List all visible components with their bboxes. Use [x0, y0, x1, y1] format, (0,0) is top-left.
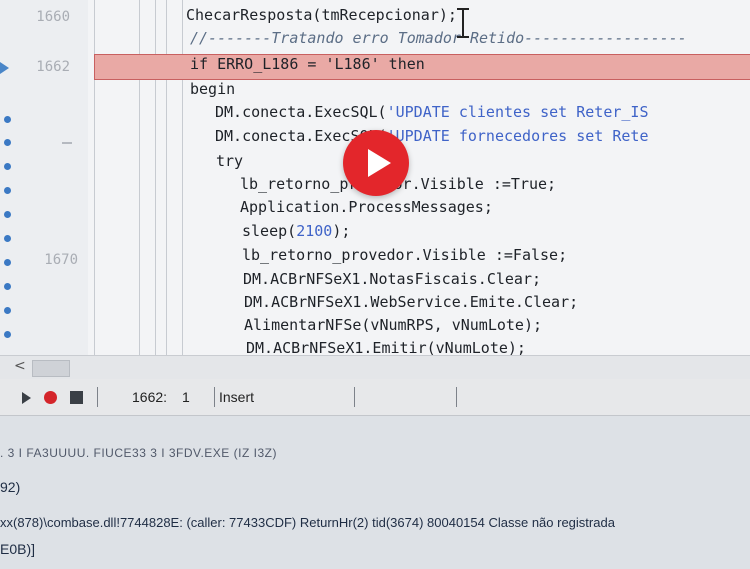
code-line[interactable]: AlimentarNFSe(vNumRPS, vNumLote);	[244, 316, 542, 334]
scrollbar-thumb[interactable]	[32, 360, 70, 377]
code-line[interactable]: DM.ACBrNFSeX1.Emitir(vNumLote);	[246, 339, 526, 355]
status-divider	[456, 387, 457, 407]
code-line[interactable]: DM.ACBrNFSeX1.NotasFiscais.Clear;	[243, 270, 541, 288]
log-line: 92)	[0, 479, 21, 495]
gutter-fold-marker	[62, 142, 72, 144]
code-line[interactable]: begin	[190, 80, 235, 98]
cursor-column-position: 1	[182, 389, 190, 405]
cursor-line-position: 1662:	[132, 389, 168, 405]
status-divider	[97, 387, 98, 407]
code-line[interactable]: ChecarResposta(tmRecepcionar);	[186, 6, 457, 24]
code-line[interactable]: Application.ProcessMessages;	[240, 198, 493, 216]
code-line-current[interactable]: if ERRO_L186 = 'L186' then	[190, 55, 425, 73]
code-token: sleep(	[242, 222, 297, 240]
event-log-panel[interactable]: . 3 I FA3UUUU. FIUCE33 3 I 3FDV.EXE (IZ …	[0, 416, 750, 569]
log-line: xx(878)\combase.dll!7744828E: (caller: 7…	[0, 515, 615, 530]
code-line[interactable]: sleep(2100);	[242, 222, 350, 240]
code-editor[interactable]: 1660 1662 1670 ChecarResposta(tmRecepcio…	[0, 0, 750, 355]
breakpoint-dot-icon[interactable]	[4, 331, 11, 338]
code-line[interactable]: DM.ACBrNFSeX1.WebService.Emite.Clear;	[244, 293, 578, 311]
code-number: 2100	[296, 222, 333, 240]
editor-status-bar: 1662: 1 Insert	[0, 379, 750, 416]
macro-stop-icon[interactable]	[70, 391, 83, 404]
breakpoint-dot-icon[interactable]	[4, 307, 11, 314]
play-icon	[368, 149, 391, 177]
video-play-button[interactable]	[343, 130, 409, 196]
status-divider	[354, 387, 355, 407]
log-line: . 3 I FA3UUUU. FIUCE33 3 I 3FDV.EXE (IZ …	[0, 446, 277, 460]
scroll-left-arrow-icon[interactable]: <	[14, 358, 26, 374]
code-line[interactable]: DM.conecta.ExecSQL('UPDATE clientes set …	[215, 103, 649, 121]
macro-record-icon[interactable]	[44, 391, 57, 404]
mouse-ibeam-cursor-icon	[457, 8, 469, 38]
code-token: DM.conecta.ExecSQL(	[215, 103, 387, 121]
macro-play-icon[interactable]	[22, 392, 31, 404]
horizontal-scrollbar[interactable]: <	[0, 355, 750, 380]
code-token: );	[332, 222, 351, 240]
code-text[interactable]: ChecarResposta(tmRecepcionar); //-------…	[0, 0, 687, 355]
code-string: 'UPDATE fornecedores set Rete	[386, 127, 649, 145]
code-string: 'UPDATE clientes set Reter_IS	[386, 103, 649, 121]
code-line[interactable]: try	[216, 152, 243, 170]
status-divider	[214, 387, 215, 407]
code-line[interactable]: lb_retorno_provedor.Visible :=False;	[242, 246, 567, 264]
log-line: E0B)]	[0, 541, 36, 557]
code-line[interactable]: DM.conecta.ExecSQL('UPDATE fornecedores …	[215, 127, 649, 145]
code-comment-line[interactable]: //-------Tratando erro Tomador Retido---…	[190, 29, 687, 47]
insert-mode-indicator: Insert	[219, 389, 255, 405]
